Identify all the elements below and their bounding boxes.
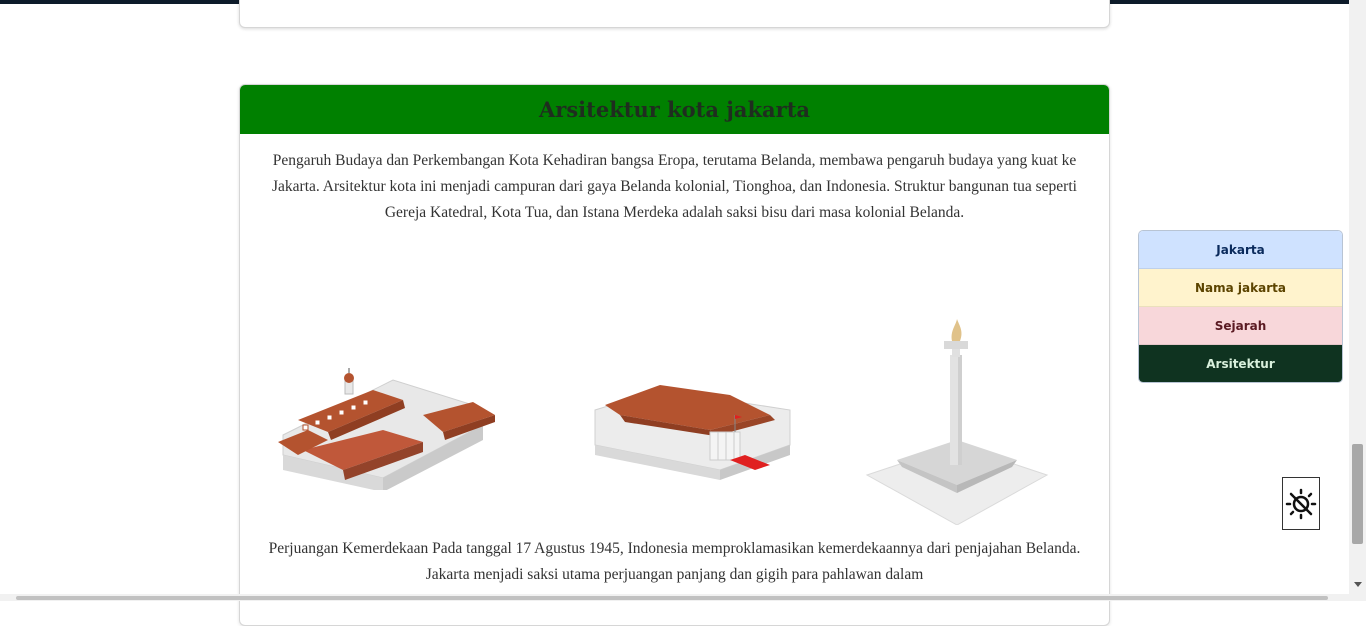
sidenav-item-nama-jakarta[interactable]: Nama jakarta xyxy=(1139,269,1342,307)
horizontal-scrollbar-thumb[interactable] xyxy=(16,596,1328,600)
section-paragraph-1: Pengaruh Budaya dan Perkembangan Kota Ke… xyxy=(272,152,1077,221)
sidenav-item-arsitektur[interactable]: Arsitektur xyxy=(1139,345,1342,382)
sidenav-item-jakarta[interactable]: Jakarta xyxy=(1139,231,1342,269)
section-header: Arsitektur kota jakarta xyxy=(240,85,1109,134)
theme-toggle-icon xyxy=(1285,488,1317,519)
theme-toggle-button[interactable] xyxy=(1282,477,1320,530)
vertical-scrollbar[interactable] xyxy=(1349,0,1366,601)
previous-section-card xyxy=(239,0,1110,28)
scroll-down-arrow-icon[interactable] xyxy=(1354,582,1362,587)
horizontal-scrollbar[interactable] xyxy=(0,594,1349,601)
istana-merdeka-illustration xyxy=(594,385,791,480)
section-paragraph-2: Perjuangan Kemerdekaan Pada tanggal 17 A… xyxy=(268,540,1081,583)
side-navigation: Jakarta Nama jakarta Sejarah Arsitektur xyxy=(1138,230,1343,383)
vertical-scrollbar-thumb[interactable] xyxy=(1352,444,1363,544)
fatahillah-museum-illustration xyxy=(278,368,495,490)
architecture-section-card: Arsitektur kota jakarta Pengaruh Budaya … xyxy=(239,84,1110,626)
section-title: Arsitektur kota jakarta xyxy=(538,97,811,122)
sidenav-item-sejarah[interactable]: Sejarah xyxy=(1139,307,1342,345)
monas-illustration xyxy=(865,319,1049,525)
building-illustrations xyxy=(240,310,1109,530)
